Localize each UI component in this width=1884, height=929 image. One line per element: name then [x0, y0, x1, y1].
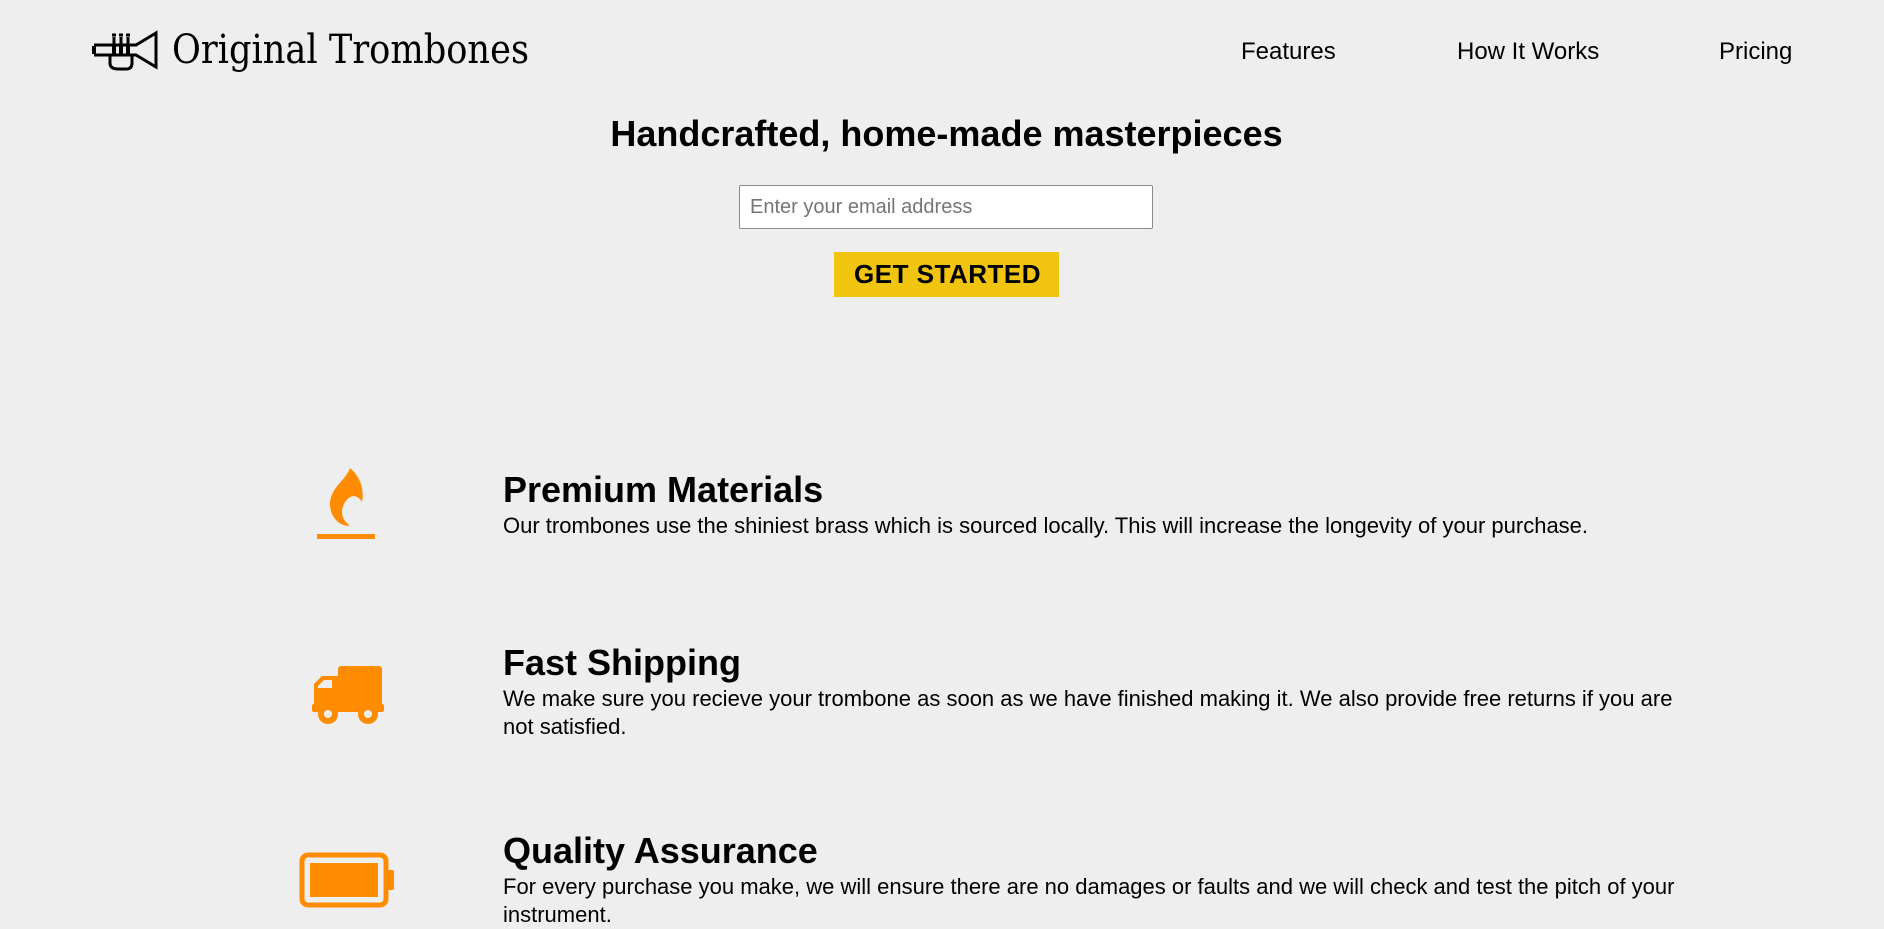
flame-icon — [317, 468, 375, 539]
feature-title: Quality Assurance — [503, 830, 818, 871]
get-started-button[interactable]: GET STARTED — [834, 252, 1059, 297]
logo[interactable]: Original Trombones — [92, 22, 578, 78]
brand-name: Original Trombones — [172, 27, 530, 73]
battery-full-icon — [299, 852, 394, 908]
feature-description: Our trombones use the shiniest brass whi… — [503, 513, 1589, 538]
nav-link-pricing[interactable]: Pricing — [1719, 38, 1792, 66]
hero-title: Handcrafted, home-made masterpieces — [610, 113, 1283, 154]
truck-icon — [312, 666, 384, 724]
feature-description: We make sure you recieve your trombone a… — [503, 686, 1673, 739]
nav-link-how-it-works[interactable]: How It Works — [1457, 38, 1599, 66]
site-header: Original Trombones Features How It Works… — [0, 0, 1884, 100]
feature-title: Premium Materials — [503, 469, 824, 510]
feature-title: Fast Shipping — [503, 642, 741, 683]
trumpet-icon — [92, 30, 158, 71]
email-input[interactable] — [739, 185, 1153, 229]
feature-description: For every purchase you make, we will ens… — [503, 874, 1675, 927]
nav-link-features[interactable]: Features — [1241, 38, 1336, 66]
